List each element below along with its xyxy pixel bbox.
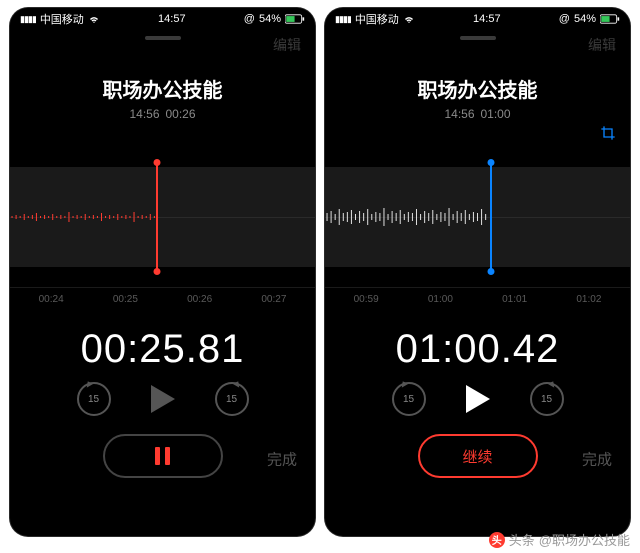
recording-title[interactable]: 职场办公技能 (325, 74, 630, 103)
play-button[interactable] (151, 385, 175, 413)
carrier-label: 中国移动 (355, 11, 399, 27)
watermark: 头 头条@职场办公技能 (489, 530, 630, 549)
status-bar: ▮▮▮▮ 中国移动 14:57 @ 54% (10, 8, 315, 30)
skip-forward-15-button[interactable]: 15 (215, 382, 249, 416)
skip-forward-15-button[interactable]: 15 (530, 382, 564, 416)
crop-icon[interactable] (600, 125, 616, 141)
status-bar: ▮▮▮▮ 中国移动 14:57 @ 54% (325, 8, 630, 30)
record-pause-button[interactable] (103, 434, 223, 478)
elapsed-time: 01:00.42 (325, 313, 630, 378)
done-button[interactable]: 完成 (582, 448, 612, 469)
play-button[interactable] (466, 385, 490, 413)
skip-back-15-button[interactable]: 15 (392, 382, 426, 416)
battery-icon (600, 14, 620, 24)
recording-meta: 14:5601:00 (325, 107, 630, 121)
status-time: 14:57 (158, 13, 186, 25)
phone-right: ▮▮▮▮ 中国移动 14:57 @ 54% 编辑 职场办公技能 14:5601:… (325, 8, 630, 536)
pause-icon (155, 447, 170, 465)
waveform-area[interactable] (325, 147, 630, 287)
elapsed-time: 00:25.81 (10, 313, 315, 378)
recording-meta: 14:5600:26 (10, 107, 315, 121)
waveform-area[interactable] (10, 147, 315, 287)
time-ruler: 00:5901:0001:0101:02 (325, 287, 630, 313)
sheet-handle[interactable] (460, 36, 496, 40)
status-time: 14:57 (473, 13, 501, 25)
done-button[interactable]: 完成 (267, 448, 297, 469)
cell-signal-icon: ▮▮▮▮ (335, 14, 351, 25)
wifi-icon (403, 13, 415, 25)
waveform (10, 197, 315, 237)
edit-button[interactable]: 编辑 (588, 35, 616, 55)
carrier-label: 中国移动 (40, 11, 84, 27)
toutiao-logo-icon: 头 (489, 532, 505, 548)
recording-title[interactable]: 职场办公技能 (10, 74, 315, 103)
playhead-indicator[interactable] (490, 163, 492, 271)
time-ruler: 00:2400:2500:2600:27 (10, 287, 315, 313)
nav-bar: 编辑 (10, 30, 315, 60)
waveform (325, 197, 630, 237)
record-continue-button[interactable]: 继续 (418, 434, 538, 478)
battery-pct: 54% (574, 13, 596, 25)
phone-left: ▮▮▮▮ 中国移动 14:57 @ 54% 编辑 职场办公技能 14:5600:… (10, 8, 315, 536)
battery-icon (285, 14, 305, 24)
edit-button[interactable]: 编辑 (273, 35, 301, 55)
playhead-indicator[interactable] (156, 163, 158, 271)
sheet-handle[interactable] (145, 36, 181, 40)
skip-back-15-button[interactable]: 15 (77, 382, 111, 416)
nav-bar: 编辑 (325, 30, 630, 60)
continue-label: 继续 (462, 446, 492, 467)
cell-signal-icon: ▮▮▮▮ (20, 14, 36, 25)
wifi-icon (88, 13, 100, 25)
battery-pct: 54% (259, 13, 281, 25)
